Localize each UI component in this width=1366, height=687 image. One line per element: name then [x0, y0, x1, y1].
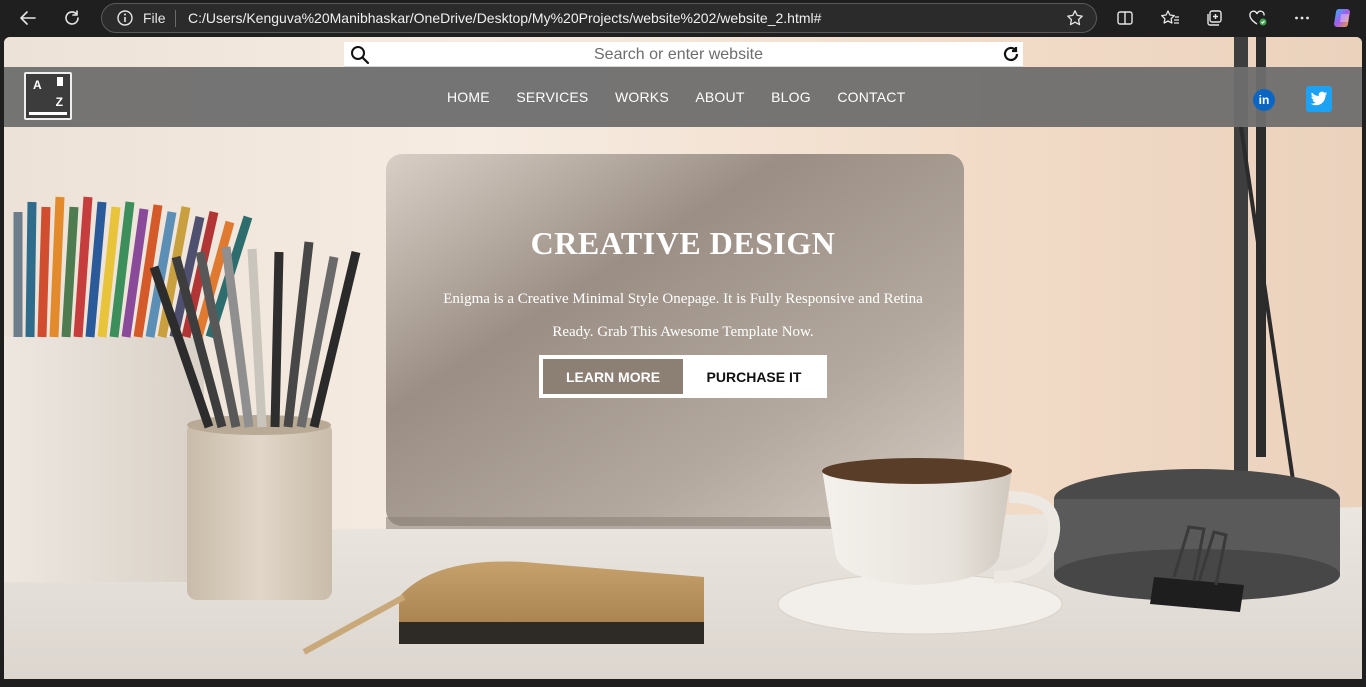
linkedin-icon[interactable]: in: [1253, 89, 1275, 111]
site-logo[interactable]: A Z: [24, 72, 72, 120]
main-navbar: A Z HOME SERVICES WORKS ABOUT BLOG CONTA…: [4, 67, 1362, 127]
purchase-button[interactable]: PURCHASE IT: [685, 359, 823, 394]
info-icon[interactable]: [116, 9, 134, 32]
logo-letter-a: A: [33, 78, 42, 92]
copilot-icon[interactable]: [1330, 4, 1358, 32]
back-arrow-icon[interactable]: [14, 4, 42, 32]
performance-icon[interactable]: [1244, 4, 1272, 32]
url-text[interactable]: C:/Users/Kenguva%20Manibhaskar/OneDrive/…: [188, 10, 821, 26]
split-screen-icon[interactable]: [1111, 4, 1139, 32]
favorites-icon[interactable]: [1156, 4, 1184, 32]
collections-icon[interactable]: [1200, 4, 1228, 32]
page-viewport: A Z HOME SERVICES WORKS ABOUT BLOG CONTA…: [4, 37, 1362, 679]
logo-base-line: [29, 112, 67, 115]
nav-item-services[interactable]: SERVICES: [516, 89, 588, 105]
cta-button-group: LEARN MORE PURCHASE IT: [539, 355, 827, 398]
logo-bookmark-icon: [57, 77, 63, 86]
search-bar: [344, 42, 1023, 69]
twitter-icon[interactable]: [1306, 86, 1332, 112]
window-bottom-edge: [0, 679, 1366, 687]
learn-more-button[interactable]: LEARN MORE: [543, 359, 683, 394]
protocol-label: File: [143, 10, 166, 26]
refresh-icon[interactable]: [58, 4, 86, 32]
hero-title: CREATIVE DESIGN: [530, 225, 836, 261]
nav-item-contact[interactable]: CONTACT: [837, 89, 905, 105]
search-input[interactable]: [374, 42, 983, 68]
nav-item-blog[interactable]: BLOG: [771, 89, 811, 105]
logo-letter-z: Z: [55, 95, 63, 109]
nav-item-works[interactable]: WORKS: [615, 89, 669, 105]
nav-item-home[interactable]: HOME: [447, 89, 490, 105]
hero-subtitle: Enigma is a Creative Minimal Style Onepa…: [443, 291, 923, 340]
address-bar[interactable]: File C:/Users/Kenguva%20Manibhaskar/OneD…: [101, 3, 1097, 33]
reload-icon[interactable]: [1001, 44, 1021, 69]
nav-menu: HOME SERVICES WORKS ABOUT BLOG CONTACT: [447, 67, 932, 127]
more-icon[interactable]: [1288, 4, 1316, 32]
linkedin-label: in: [1258, 93, 1270, 107]
browser-toolbar: File C:/Users/Kenguva%20Manibhaskar/OneD…: [0, 0, 1366, 36]
nav-item-about[interactable]: ABOUT: [695, 89, 744, 105]
favorite-star-icon[interactable]: [1066, 9, 1084, 32]
address-divider: [175, 10, 176, 27]
